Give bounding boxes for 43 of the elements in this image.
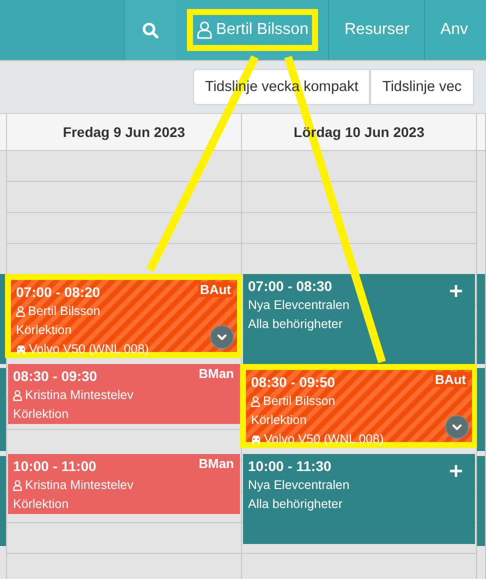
add-icon[interactable]: [449, 284, 463, 298]
user-icon: [16, 306, 25, 317]
lesson-type: Körlektion: [251, 412, 307, 429]
event-code-label: BMan: [198, 366, 235, 381]
lesson-type: Körlektion: [16, 322, 72, 339]
event-card[interactable]: 10:00 - 11:30 Nya Elevcentralen Alla behörigheter: [243, 454, 475, 544]
car-icon: [251, 435, 261, 444]
event-code-label: BAut: [198, 282, 233, 297]
user-icon: [197, 21, 212, 39]
view-button[interactable]: Tidslinje vec: [370, 69, 474, 105]
expand-button[interactable]: [445, 415, 469, 439]
event-time: 10:00 - 11:00: [13, 457, 96, 476]
event-code-label: BAut: [432, 372, 468, 387]
event-card[interactable]: 10:00 - 11:00 BMan Kristina Mintestelev Körlektion: [8, 454, 240, 514]
lesson-type: Alla behörigheter: [248, 316, 343, 333]
event-time: 08:30 - 09:30: [13, 367, 98, 386]
location-name: Nya Elevcentralen: [248, 477, 350, 494]
user-icon: [251, 396, 260, 407]
chevron-down-icon: [217, 334, 227, 340]
chevron-down-icon: [452, 424, 462, 430]
person-name: Kristina Mintestelev: [25, 387, 134, 404]
user-icon: [13, 480, 22, 491]
add-icon[interactable]: [449, 464, 463, 478]
event-card[interactable]: 07:00 - 08:30 Nya Elevcentralen Alla behörigheter: [243, 274, 475, 364]
expand-button[interactable]: [210, 325, 234, 349]
lesson-type: Körlektion: [13, 496, 69, 513]
search-button[interactable]: [124, 0, 176, 60]
event-time: 10:00 - 11:30: [248, 457, 332, 476]
person-name: Bertil Bilsson: [28, 303, 100, 320]
person-name: Bertil Bilsson: [263, 393, 336, 410]
car-icon: [16, 345, 26, 354]
person-name: Kristina Mintestelev: [25, 477, 134, 494]
search-icon: [142, 22, 159, 38]
event-card[interactable]: 08:30 - 09:30 BMan Kristina Mintestelev Körlektion: [8, 364, 240, 424]
event-code-label: BMan: [198, 456, 235, 471]
day-label: Fredag 9 Jun 2023: [62, 124, 186, 140]
location-name: Nya Elevcentralen: [248, 297, 350, 314]
event-time: 08:30 - 09:50: [251, 373, 336, 392]
event-time: 07:00 - 08:20: [16, 283, 100, 302]
user-icon: [13, 390, 22, 401]
lesson-type: Alla behörigheter: [248, 496, 343, 513]
event-time: 07:00 - 08:30: [248, 277, 332, 296]
lesson-type: Körlektion: [13, 406, 69, 423]
